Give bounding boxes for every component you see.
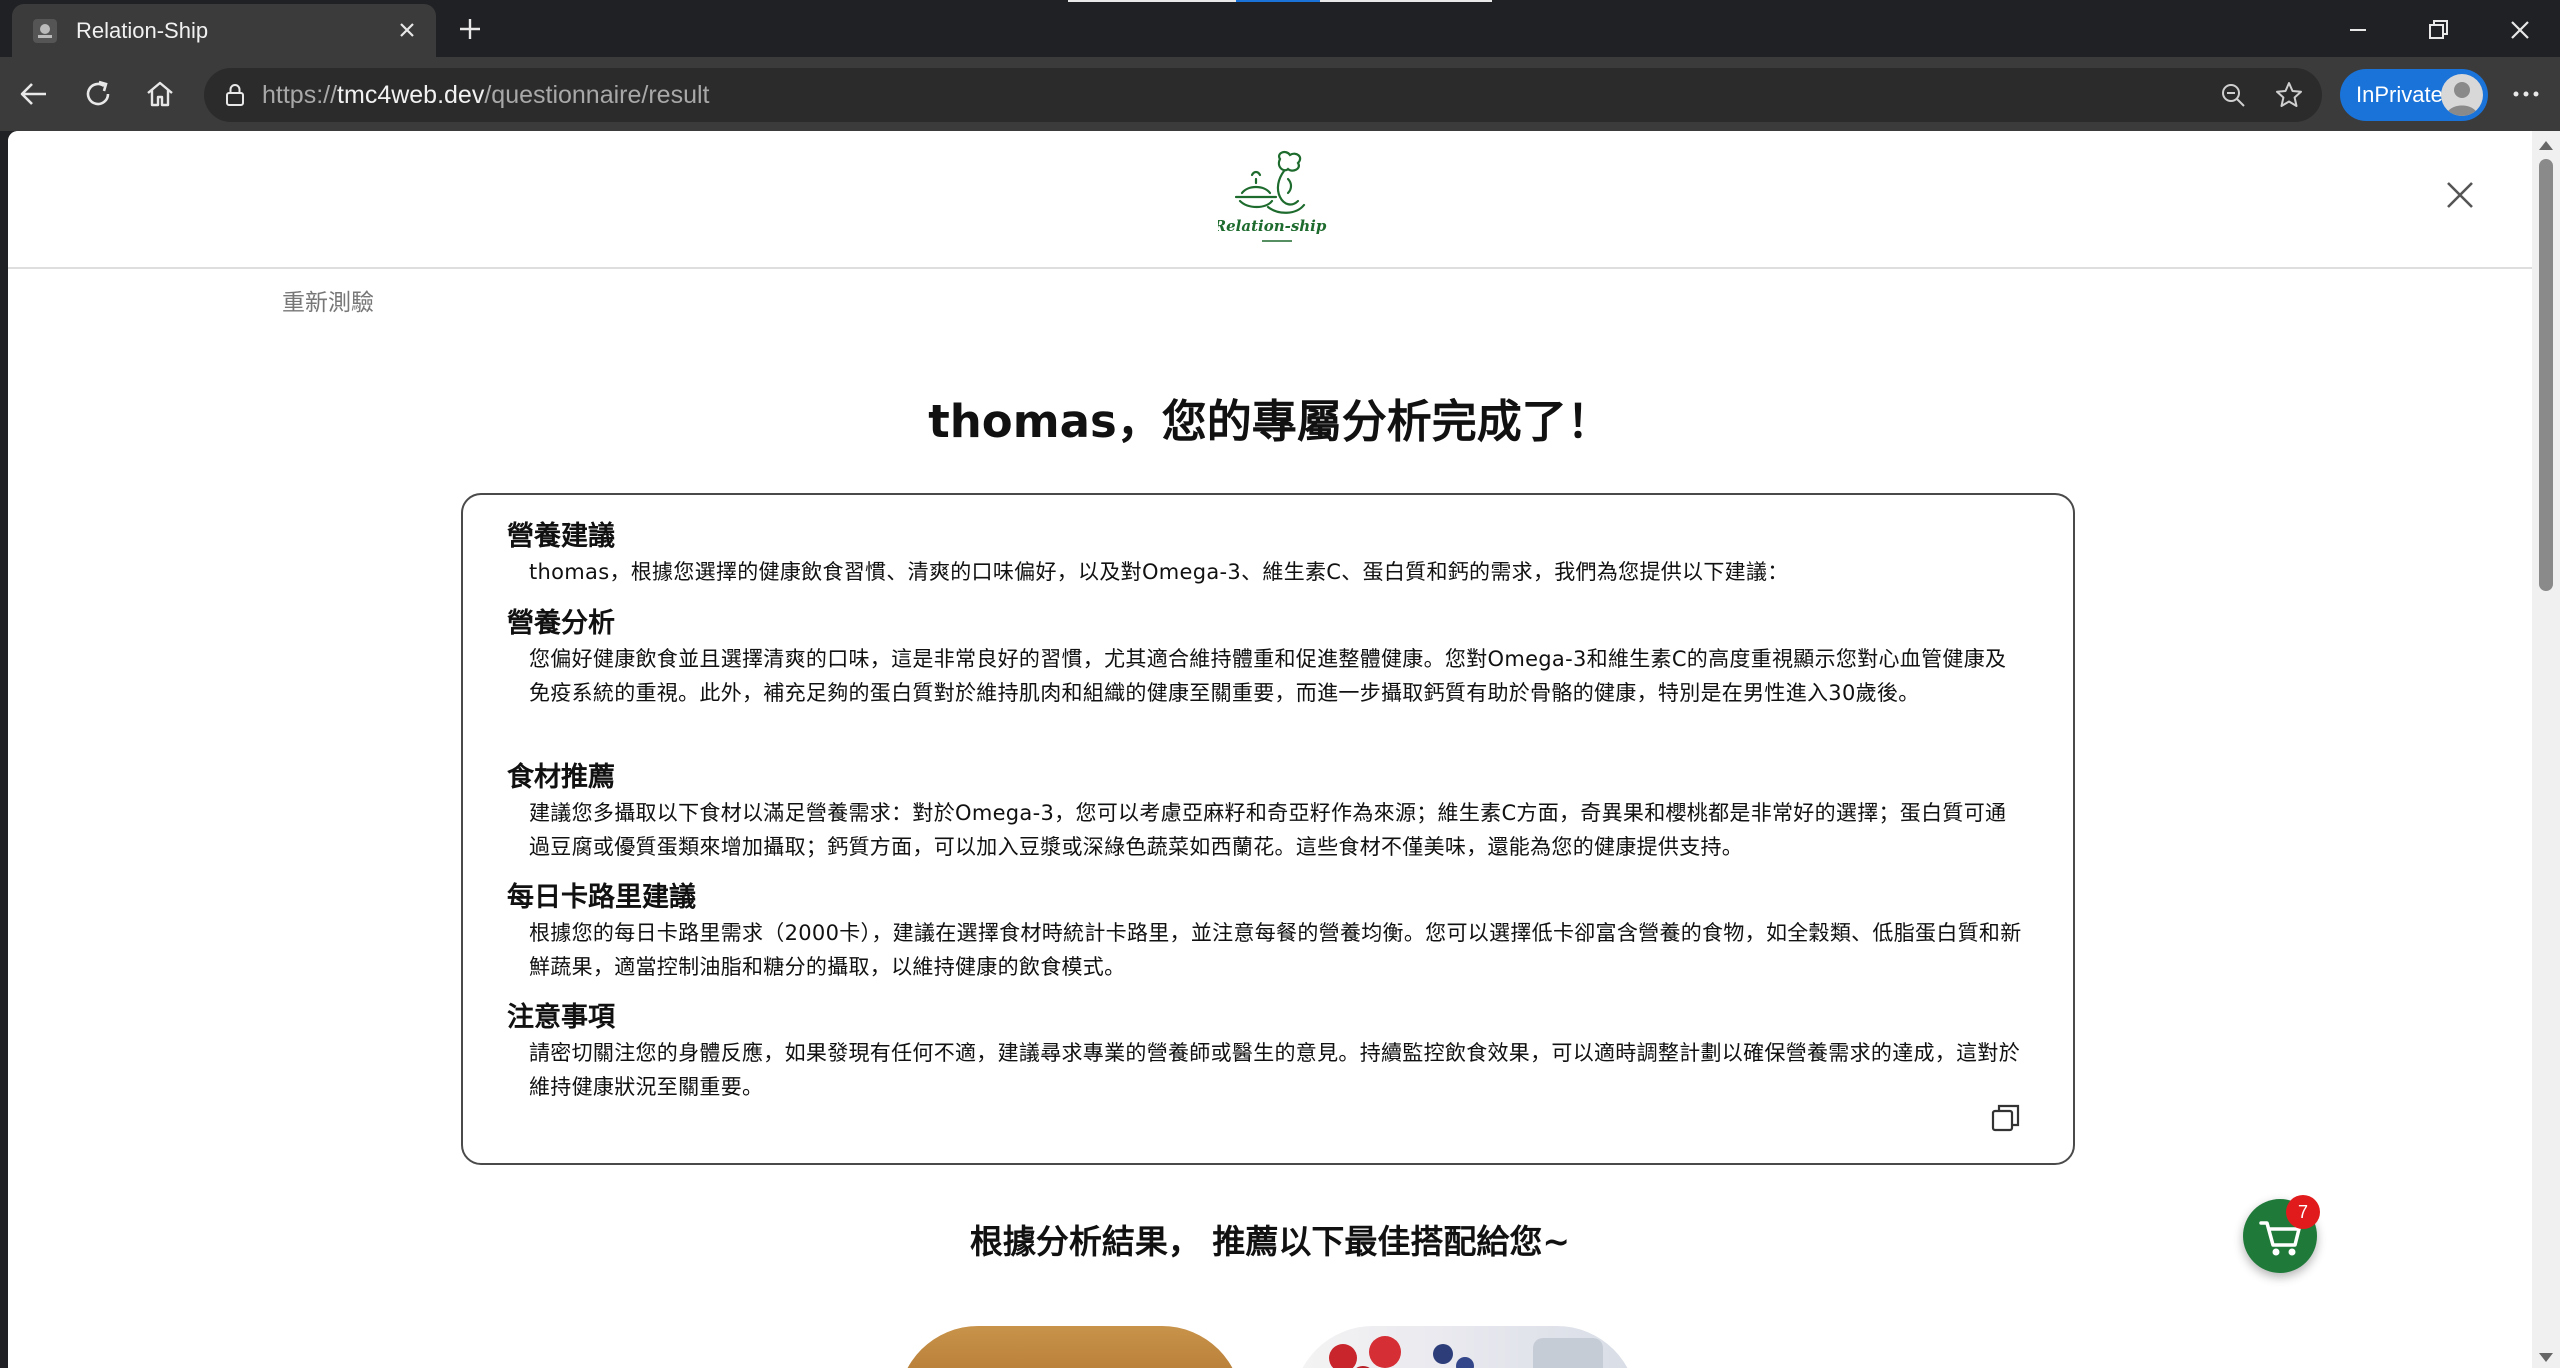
section-heading: 每日卡路里建議 bbox=[507, 882, 696, 913]
section-heading: 食材推薦 bbox=[507, 762, 615, 793]
avatar-silhouette-icon bbox=[2446, 82, 2478, 116]
window-drag-indicator-active bbox=[1236, 0, 1320, 2]
inprivate-label: InPrivate bbox=[2356, 82, 2443, 107]
url-path: /questionnaire/result bbox=[484, 81, 710, 109]
section-body: thomas，根據您選擇的健康飲食習慣、清爽的口味偏好，以及對Omega-3、維… bbox=[529, 560, 1789, 584]
window-drag-indicator bbox=[1068, 0, 1236, 2]
favorite-star-icon[interactable] bbox=[2274, 80, 2304, 110]
site-header: Relation-ship bbox=[8, 131, 2532, 269]
tab-close-icon[interactable] bbox=[392, 15, 422, 45]
recommend-title: 根據分析結果， 推薦以下最佳搭配給您~ bbox=[969, 1222, 1571, 1261]
lock-icon[interactable] bbox=[222, 82, 248, 108]
section-body: 您偏好健康飲食並且選擇清爽的口味，這是非常良好的習慣，尤其適合維持體重和促進整體… bbox=[529, 647, 2007, 705]
tab-title: Relation-Ship bbox=[76, 18, 209, 43]
new-tab-icon[interactable] bbox=[452, 11, 488, 47]
profile-avatar bbox=[2441, 74, 2483, 116]
url-text[interactable]: https://tmc4web.dev/questionnaire/result bbox=[262, 81, 709, 110]
section-body: 建議您多攝取以下食材以滿足營養需求：對於Omega-3，您可以考慮亞麻籽和奇亞籽… bbox=[529, 801, 2007, 859]
section-precautions: 注意事項 請密切關注您的身體反應，如果發現有任何不適，建議尋求專業的營養師或醫生… bbox=[507, 1000, 2027, 1104]
section-body: 根據您的每日卡路里需求（2000卡），建議在選擇食材時統計卡路里，並注意每餐的營… bbox=[529, 921, 2022, 979]
section-body: 請密切關注您的身體反應，如果發現有任何不適，建議尋求專業的營養師或醫生的意見。持… bbox=[529, 1041, 2020, 1099]
retest-link[interactable]: 重新測驗 bbox=[282, 283, 374, 317]
scroll-up-arrow-icon[interactable] bbox=[2539, 141, 2553, 150]
window-close-icon[interactable] bbox=[2500, 10, 2540, 50]
address-bar[interactable]: https://tmc4web.dev/questionnaire/result bbox=[204, 68, 2322, 122]
header-close-icon[interactable] bbox=[2440, 175, 2480, 215]
refresh-icon[interactable] bbox=[78, 74, 118, 114]
berries-illustration bbox=[1329, 1336, 1603, 1368]
scroll-down-arrow-icon[interactable] bbox=[2539, 1353, 2553, 1362]
section-heading: 注意事項 bbox=[507, 1002, 615, 1033]
section-nutrition-analysis: 營養分析 您偏好健康飲食並且選擇清爽的口味，這是非常良好的習慣，尤其適合維持體重… bbox=[507, 606, 2027, 710]
browser-tab-active[interactable]: Relation-Ship bbox=[12, 4, 436, 57]
url-host: tmc4web.dev bbox=[337, 81, 485, 109]
section-heading: 營養分析 bbox=[507, 608, 615, 639]
food-card-image[interactable] bbox=[1293, 1326, 1637, 1368]
window-drag-indicator bbox=[1320, 0, 1492, 2]
analysis-card: 營養建議 thomas，根據您選擇的健康飲食習慣、清爽的口味偏好，以及對Omeg… bbox=[461, 493, 2075, 1165]
cart-count-badge: 7 bbox=[2286, 1195, 2320, 1229]
back-icon[interactable] bbox=[14, 74, 54, 114]
food-card-image[interactable] bbox=[898, 1326, 1242, 1368]
more-icon[interactable] bbox=[2506, 74, 2546, 114]
logo-text: Relation-ship bbox=[1218, 217, 1327, 235]
inprivate-button[interactable]: InPrivate bbox=[2340, 69, 2488, 121]
browser-titlebar: Relation-Ship bbox=[0, 0, 2560, 57]
result-title: thomas，您的專屬分析完成了！ bbox=[928, 395, 1612, 448]
zoom-icon[interactable] bbox=[2218, 80, 2248, 110]
restaurant-logo[interactable]: Relation-ship bbox=[1218, 149, 1328, 251]
section-daily-calorie: 每日卡路里建議 根據您的每日卡路里需求（2000卡），建議在選擇食材時統計卡路里… bbox=[507, 880, 2027, 984]
browser-toolbar: https://tmc4web.dev/questionnaire/result… bbox=[0, 57, 2560, 131]
scrollbar-thumb[interactable] bbox=[2539, 159, 2553, 591]
minimize-icon[interactable] bbox=[2338, 10, 2378, 50]
section-heading: 營養建議 bbox=[507, 521, 615, 552]
restore-icon[interactable] bbox=[2418, 10, 2458, 50]
page-viewport: Relation-ship 重新測驗 thomas，您的專屬分析完成了！ 營養建… bbox=[8, 131, 2560, 1368]
url-prefix: https:// bbox=[262, 81, 338, 109]
copy-icon[interactable] bbox=[1988, 1100, 2024, 1136]
site-favicon-icon bbox=[33, 19, 57, 43]
section-nutrition-advice: 營養建議 thomas，根據您選擇的健康飲食習慣、清爽的口味偏好，以及對Omeg… bbox=[507, 519, 2027, 589]
home-icon[interactable] bbox=[140, 74, 180, 114]
section-ingredient-recommendation: 食材推薦 建議您多攝取以下食材以滿足營養需求：對於Omega-3，您可以考慮亞麻… bbox=[507, 760, 2027, 864]
